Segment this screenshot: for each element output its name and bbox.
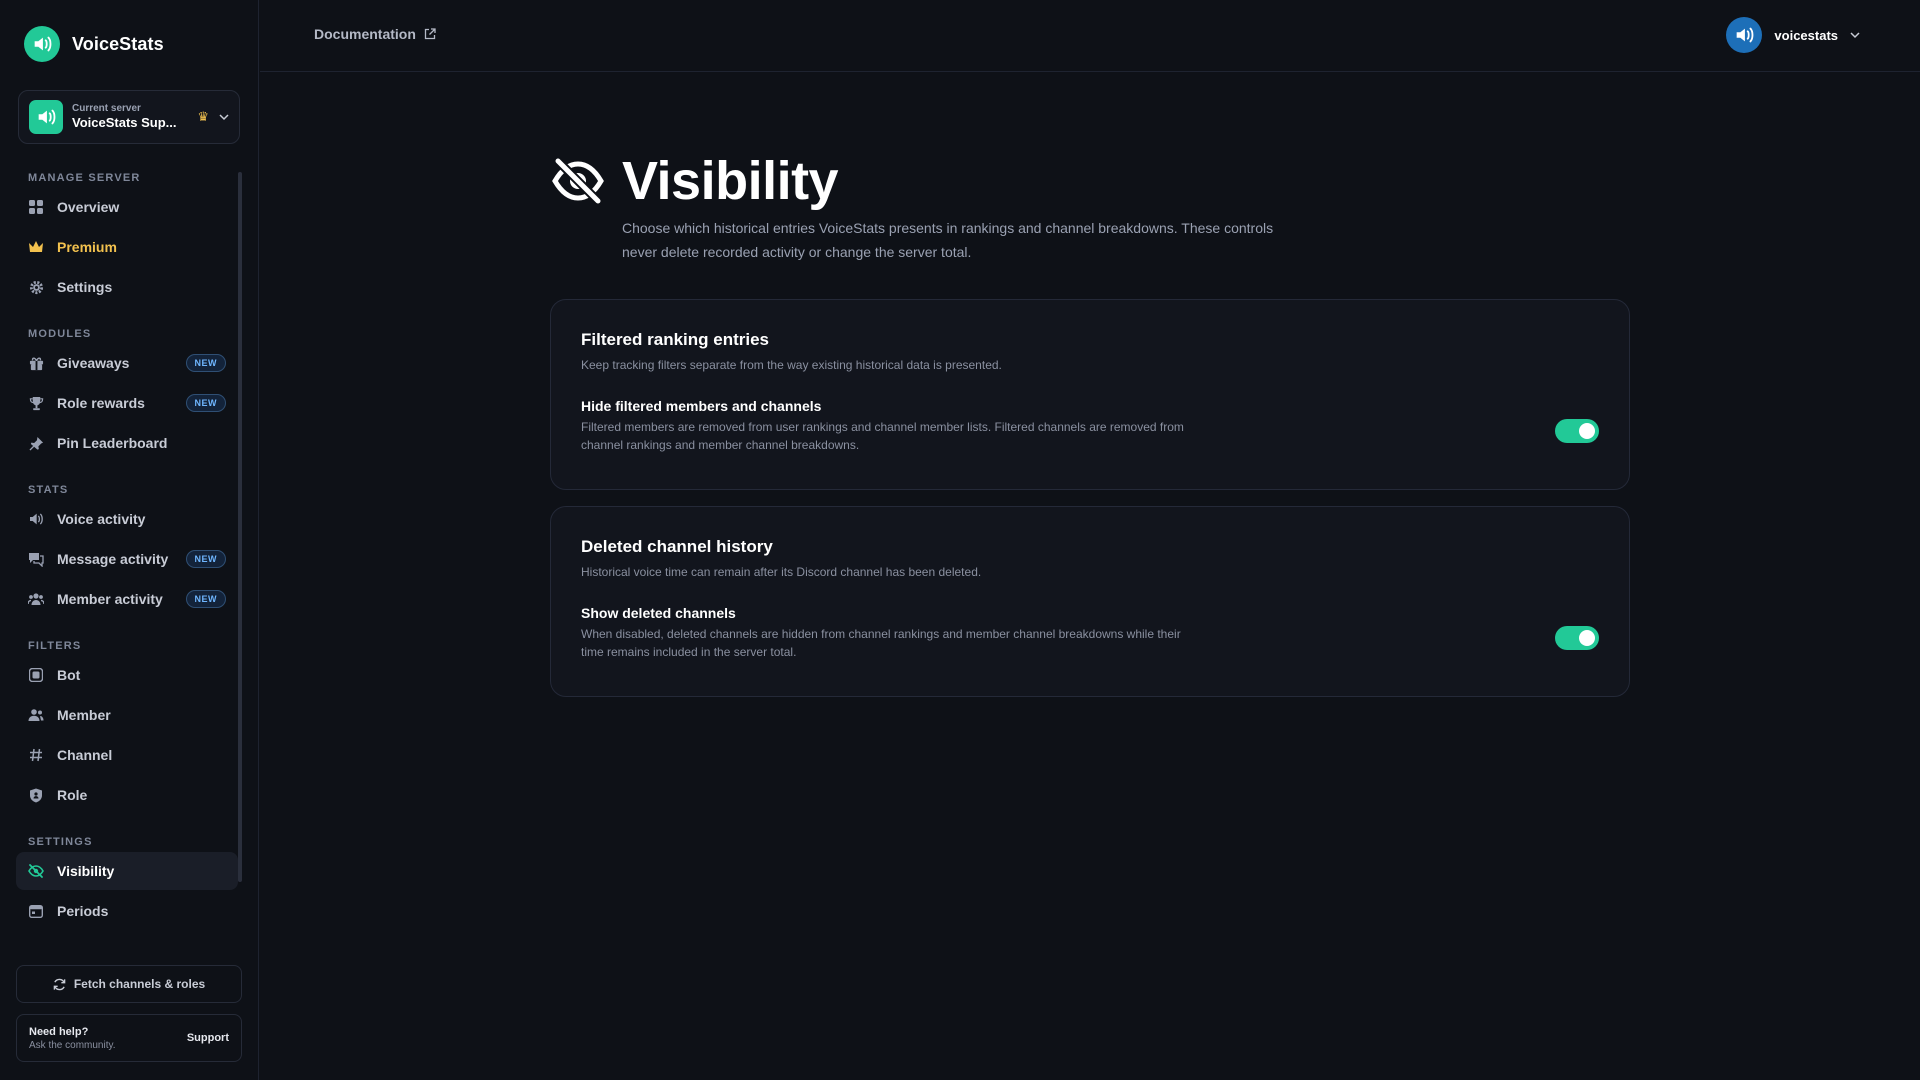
support-link[interactable]: Support xyxy=(187,1032,229,1044)
brand[interactable]: VoiceStats xyxy=(24,25,164,63)
option-title: Show deleted channels xyxy=(581,605,736,621)
card-subtitle: Keep tracking filters separate from the … xyxy=(581,358,1002,372)
sidebar-nav: MANAGE SERVER Overview Premium Settings … xyxy=(16,170,238,930)
toggle-knob xyxy=(1579,630,1595,646)
hash-icon xyxy=(28,747,44,763)
page-description: Choose which historical entries VoiceSta… xyxy=(622,220,1274,260)
section-title-manage: MANAGE SERVER xyxy=(28,172,141,184)
crown-icon xyxy=(28,239,44,255)
sidebar-item-label: Message activity xyxy=(57,551,169,567)
shield-icon xyxy=(28,787,44,803)
sidebar-item-premium[interactable]: Premium xyxy=(16,228,238,266)
help-box: Need help? Ask the community. Support xyxy=(16,1014,242,1062)
sidebar-item-message-activity[interactable]: Message activity NEW xyxy=(16,540,238,578)
card-subtitle: Historical voice time can remain after i… xyxy=(581,565,982,579)
sidebar-item-visibility[interactable]: Visibility xyxy=(16,852,238,890)
sidebar-item-periods[interactable]: Periods xyxy=(16,892,238,930)
logo-icon xyxy=(24,26,60,62)
hide-filtered-toggle[interactable] xyxy=(1555,419,1599,443)
sidebar-item-label: Member xyxy=(57,707,111,723)
sidebar-item-pin-leaderboard[interactable]: Pin Leaderboard xyxy=(16,424,238,462)
user-menu[interactable]: voicestats xyxy=(1726,17,1860,53)
sidebar-item-label: Premium xyxy=(57,239,117,255)
sidebar-item-role-rewards[interactable]: Role rewards NEW xyxy=(16,384,238,422)
chevron-down-icon xyxy=(219,114,229,121)
fetch-channels-button[interactable]: Fetch channels & roles xyxy=(16,965,242,1003)
sidebar-item-overview[interactable]: Overview xyxy=(16,188,238,226)
server-selector[interactable]: Current server VoiceStats Sup... ♛ xyxy=(18,90,240,144)
sidebar-item-voice-activity[interactable]: Voice activity xyxy=(16,500,238,538)
settings-card-deleted: Deleted channel history Historical voice… xyxy=(550,506,1630,697)
pin-icon xyxy=(28,435,44,451)
sidebar-item-label: Overview xyxy=(57,199,120,215)
help-subtitle: Ask the community. xyxy=(29,1039,116,1051)
page-header: Visibility Choose which historical entri… xyxy=(552,150,1282,264)
external-link-icon xyxy=(424,28,436,40)
documentation-label: Documentation xyxy=(314,26,416,42)
server-caption: Current server xyxy=(72,103,141,114)
section-title-modules: MODULES xyxy=(28,328,92,340)
settings-card-filtered: Filtered ranking entries Keep tracking f… xyxy=(550,299,1630,490)
sidebar-item-label: Bot xyxy=(57,667,81,683)
sidebar-item-member-activity[interactable]: Member activity NEW xyxy=(16,580,238,618)
server-icon xyxy=(29,100,63,134)
gear-icon xyxy=(28,279,44,295)
toggle-knob xyxy=(1579,423,1595,439)
documentation-link[interactable]: Documentation xyxy=(314,26,436,42)
show-deleted-toggle[interactable] xyxy=(1555,626,1599,650)
sidebar-scrollbar[interactable] xyxy=(238,172,242,882)
sidebar-item-giveaways[interactable]: Giveaways NEW xyxy=(16,344,238,382)
option-title: Hide filtered members and channels xyxy=(581,398,822,414)
topbar: Documentation voicestats xyxy=(260,0,1920,72)
grid-icon xyxy=(28,199,44,215)
avatar xyxy=(1726,17,1763,53)
page-title: Visibility xyxy=(622,151,839,211)
bot-icon xyxy=(28,667,44,683)
section-title-filters: FILTERS xyxy=(28,640,82,652)
chevron-down-icon xyxy=(1850,32,1860,39)
refresh-icon xyxy=(53,978,66,990)
eye-off-icon xyxy=(552,157,604,205)
speaker-icon xyxy=(28,511,44,527)
sidebar-item-label: Giveaways xyxy=(57,355,130,371)
username: voicestats xyxy=(1774,27,1838,43)
eye-off-icon xyxy=(28,863,44,879)
help-title: Need help? xyxy=(29,1025,89,1038)
sidebar-item-role[interactable]: Role xyxy=(16,776,238,814)
sidebar-item-label: Settings xyxy=(57,279,113,295)
new-badge: NEW xyxy=(185,394,226,412)
sidebar-item-member[interactable]: Member xyxy=(16,696,238,734)
sidebar-item-label: Voice activity xyxy=(57,511,146,527)
new-badge: NEW xyxy=(185,590,226,608)
users-icon xyxy=(28,707,44,723)
sidebar: VoiceStats Current server VoiceStats Sup… xyxy=(0,0,259,1080)
sidebar-item-label: Channel xyxy=(57,747,113,763)
option-description: When disabled, deleted channels are hidd… xyxy=(581,627,1181,659)
sidebar-item-bot[interactable]: Bot xyxy=(16,656,238,694)
sidebar-item-label: Visibility xyxy=(57,863,115,879)
new-badge: NEW xyxy=(185,550,226,568)
card-title: Filtered ranking entries xyxy=(581,330,769,349)
brand-name: VoiceStats xyxy=(72,33,164,54)
sidebar-item-label: Periods xyxy=(57,903,109,919)
chat-icon xyxy=(28,551,44,567)
trophy-icon xyxy=(28,395,44,411)
crown-icon: ♛ xyxy=(197,109,209,124)
sidebar-item-channel[interactable]: Channel xyxy=(16,736,238,774)
option-description: Filtered members are removed from user r… xyxy=(581,420,1184,452)
card-title: Deleted channel history xyxy=(581,537,773,556)
sidebar-item-settings[interactable]: Settings xyxy=(16,268,238,306)
fetch-channels-label: Fetch channels & roles xyxy=(73,977,206,991)
sidebar-item-label: Role rewards xyxy=(57,395,145,411)
section-title-settings: SETTINGS xyxy=(28,836,93,848)
users-icon xyxy=(28,591,44,607)
server-name: VoiceStats Sup... xyxy=(72,115,177,130)
calendar-icon xyxy=(28,903,44,919)
new-badge: NEW xyxy=(185,354,226,372)
sidebar-item-label: Role xyxy=(57,787,88,803)
sidebar-item-label: Pin Leaderboard xyxy=(57,435,168,451)
sidebar-item-label: Member activity xyxy=(57,591,163,607)
gift-icon xyxy=(28,355,44,371)
section-title-stats: STATS xyxy=(28,484,69,496)
